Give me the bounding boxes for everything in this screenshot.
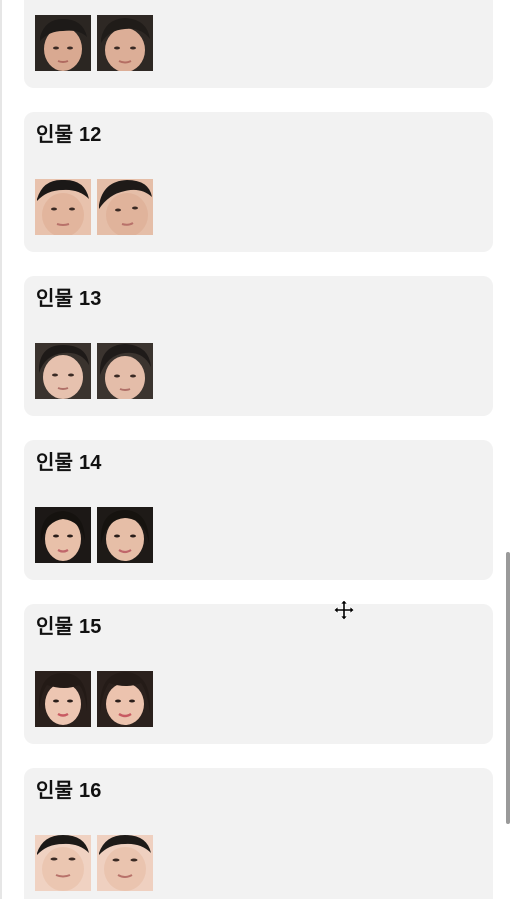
face-thumbnails — [35, 835, 153, 891]
person-title: 인물 14 — [36, 452, 102, 474]
face-thumbnail[interactable] — [35, 671, 91, 727]
person-card[interactable]: 인물 15 — [24, 604, 493, 744]
face-thumbnails — [35, 671, 153, 727]
face-thumbnails — [35, 507, 153, 563]
vertical-scrollbar[interactable] — [505, 0, 511, 899]
face-thumbnail[interactable] — [35, 179, 91, 235]
person-title: 인물 16 — [36, 780, 102, 802]
face-thumbnail[interactable] — [97, 671, 153, 727]
face-thumbnails — [35, 343, 153, 399]
person-card[interactable]: 인물 13 — [24, 276, 493, 416]
person-title: 인물 13 — [36, 288, 102, 310]
face-thumbnails — [35, 15, 153, 71]
face-thumbnail[interactable] — [97, 343, 153, 399]
face-thumbnail[interactable] — [97, 179, 153, 235]
person-card[interactable]: 인물 16 — [24, 768, 493, 899]
face-thumbnail[interactable] — [97, 507, 153, 563]
person-title: 인물 12 — [36, 124, 102, 146]
move-cursor-icon — [334, 600, 354, 620]
people-list[interactable]: 인물 12 인물 13 인물 14 인물 15 인물 16 — [24, 0, 493, 899]
person-card[interactable]: 인물 14 — [24, 440, 493, 580]
face-thumbnail[interactable] — [97, 835, 153, 891]
face-thumbnail[interactable] — [35, 15, 91, 71]
person-card[interactable]: 인물 12 — [24, 112, 493, 252]
people-list-view: 인물 12 인물 13 인물 14 인물 15 인물 16 — [0, 0, 511, 899]
person-card[interactable] — [24, 0, 493, 88]
face-thumbnails — [35, 179, 153, 235]
face-thumbnail[interactable] — [97, 15, 153, 71]
left-border — [0, 0, 2, 899]
person-title: 인물 15 — [36, 616, 102, 638]
face-thumbnail[interactable] — [35, 507, 91, 563]
face-thumbnail[interactable] — [35, 343, 91, 399]
scrollbar-thumb[interactable] — [506, 552, 510, 824]
face-thumbnail[interactable] — [35, 835, 91, 891]
